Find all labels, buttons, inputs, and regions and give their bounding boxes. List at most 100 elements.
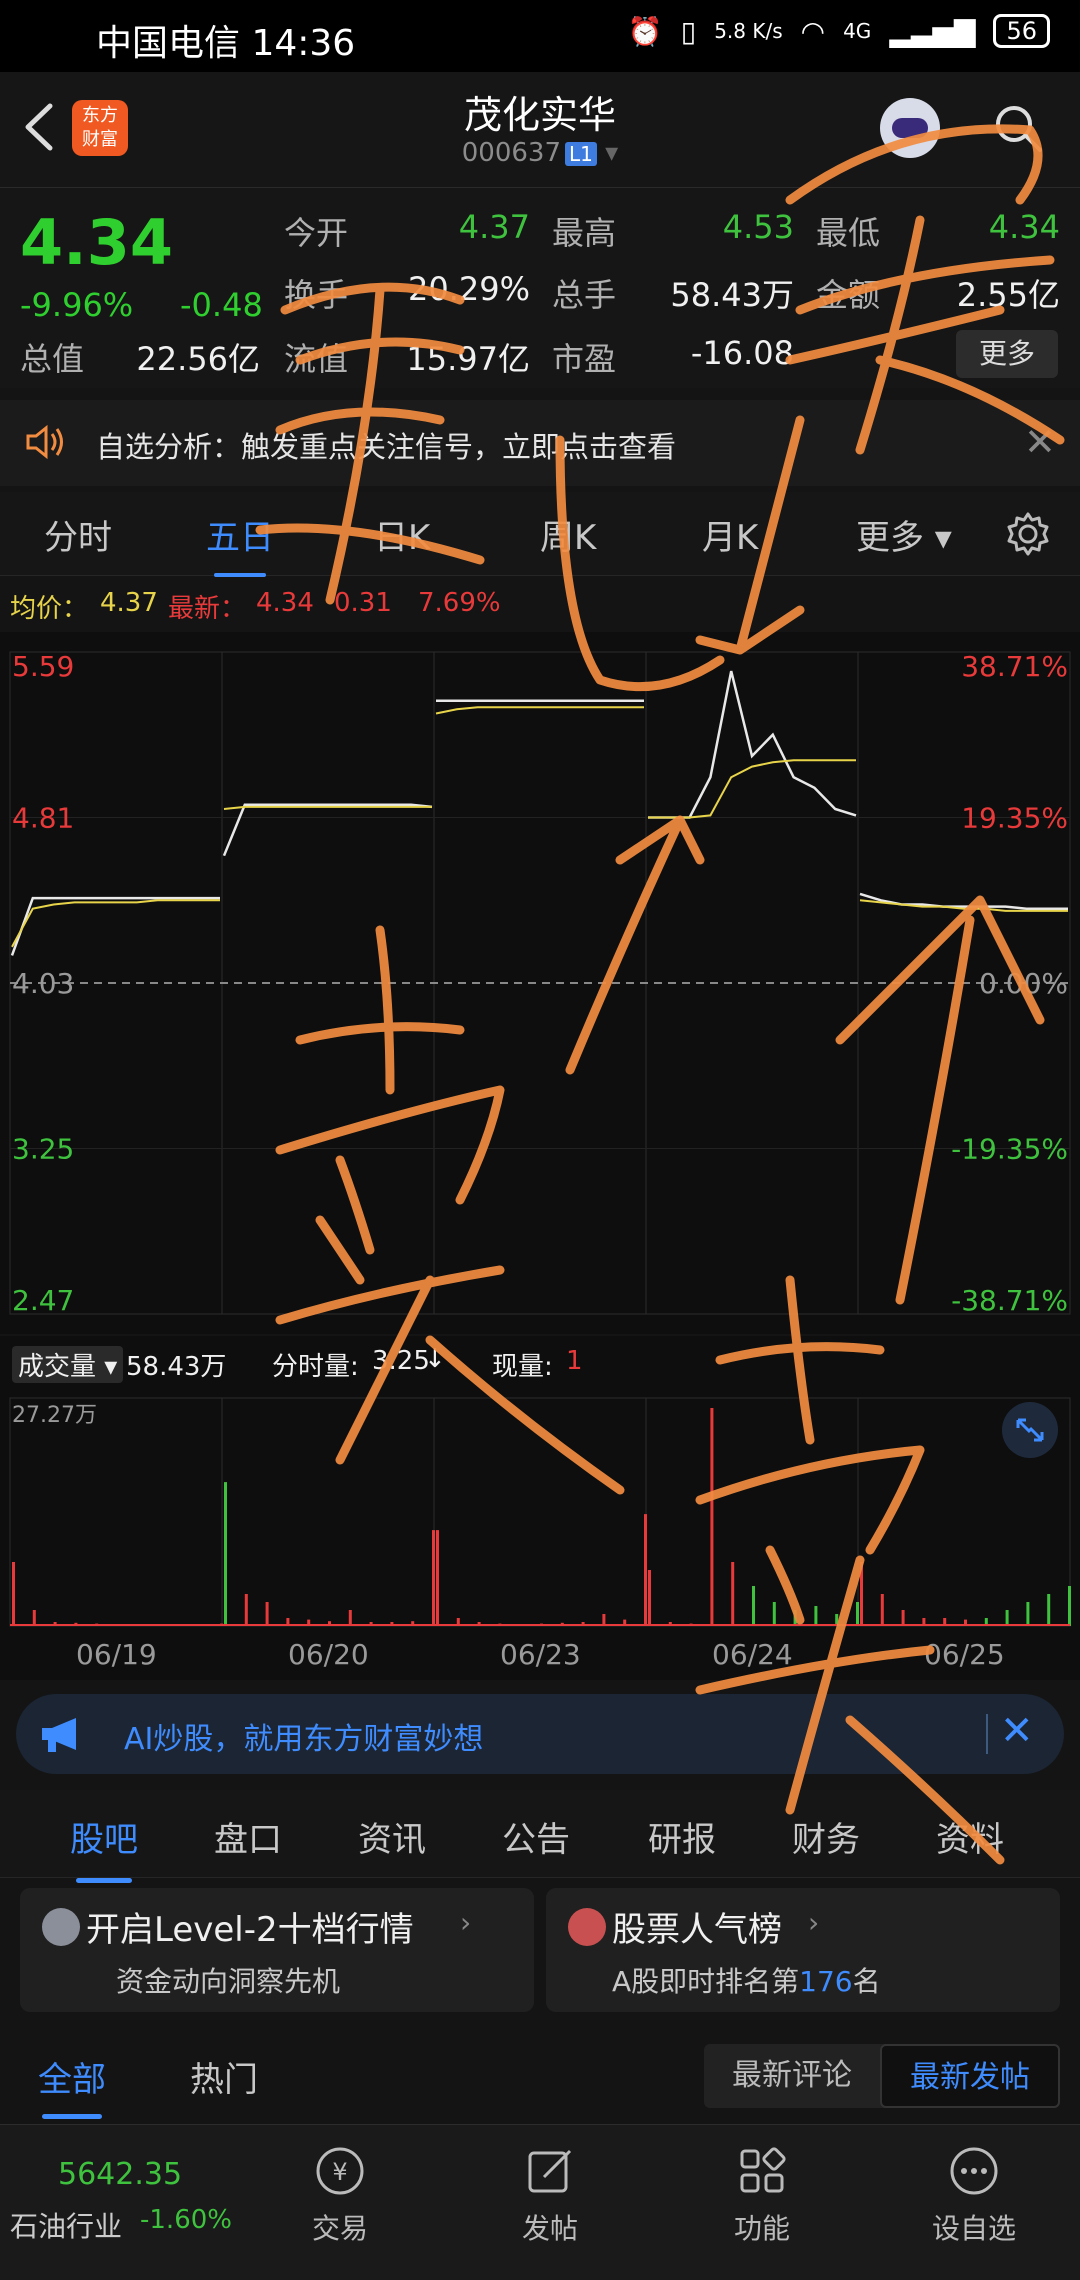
popularity-card[interactable]: 股票人气榜 › A股即时排名第176名 [546,1888,1060,2012]
chart-tab-2[interactable]: 日K [374,510,430,559]
y-tick-left: 5.59 [12,650,74,683]
analysis-banner[interactable]: 自选分析：触发重点关注信号，立即点击查看 ✕ [0,400,1080,486]
volume-bar [12,1562,15,1626]
speaker-icon [26,424,63,460]
stock-header: 东方 财富 茂化实华 000637 L1 ▾ [0,72,1080,188]
signal-icon: ▂▃▅▇ [889,14,976,48]
level2-card[interactable]: 开启Level-2十档行情 › 资金动向洞察先机 [20,1888,534,2012]
sort-latest-comment-button[interactable]: 最新评论 [704,2044,880,2108]
turnover-value: 20.29% [407,270,530,308]
avg-line [648,759,856,819]
high-label: 最高 [552,214,617,252]
pe-label: 市盈 [552,340,617,378]
float-label: 流值 [284,340,349,378]
pe-value: -16.08 [690,334,794,372]
ai-robot-icon[interactable] [880,98,940,158]
popularity-card-title: 股票人气榜 [612,1910,782,1950]
five-day-price-chart[interactable]: 5.59 4.81 4.03 3.25 2.47 38.71% 19.35% 0.00% -19… [0,632,1080,1334]
y-tick-left: 3.25 [12,1133,74,1166]
price-info-row: 均价： 4.37 最新： 4.34 0.31 7.69% [0,580,1080,628]
change-amount: -0.48 [180,286,263,324]
info-tab-5[interactable]: 财务 [792,1812,860,1861]
volume-selector[interactable]: 成交量 ▾ [12,1346,124,1383]
volume-bar [1068,1586,1071,1626]
down-arrow-icon: ↓ [424,1344,446,1374]
chart-tab-4[interactable]: 月K [702,510,758,559]
volume-bar [856,1602,859,1626]
search-icon[interactable] [990,100,1046,156]
trade-icon: ¥ [316,2147,364,2195]
level-badge: L1 [565,142,597,166]
volume-chart[interactable]: 27.27万 [0,1388,1080,1628]
info-tab-2[interactable]: 资讯 [358,1812,426,1861]
chart-tab-3[interactable]: 周K [540,510,596,559]
sector-index-change: -1.60% [140,2205,232,2235]
info-tab-3[interactable]: 公告 [502,1812,570,1861]
network-type: 4G [843,19,872,43]
status-bar: 中国电信 14:36 ⏰ ▯ 5.8 K/s ◠ 4G ▂▃▅▇ 56 [0,0,1080,72]
price-line [648,670,857,819]
megaphone-icon [42,1718,76,1752]
volume-label: 总手 [552,276,617,314]
float-value: 15.97亿 [406,340,530,378]
chart-tab-0[interactable]: 分时 [44,510,112,559]
nav-functions[interactable]: 功能 [682,2143,842,2247]
close-icon[interactable]: ✕ [1000,1708,1034,1754]
amount-value: 2.55亿 [956,276,1060,314]
tick-volume-label: 分时量: [272,1352,359,1382]
info-tab-1[interactable]: 盘口 [214,1812,282,1861]
volume-max-label: 27.27万 [12,1403,97,1428]
tab-hot[interactable]: 热门 [190,2052,258,2101]
sector-index[interactable]: 5642.35 石油行业 -1.60% [0,2125,240,2280]
volume-bar [1005,1610,1009,1626]
sort-toggle: 最新评论 最新发帖 [704,2044,1060,2108]
rank-suffix: 名 [852,1965,881,1998]
tab-all[interactable]: 全部 [38,2052,106,2119]
nav-trade[interactable]: ¥ 交易 [260,2143,420,2247]
date-axis: 06/19 06/20 06/23 06/24 06/25 [0,1628,1080,1680]
volume-bar [32,1610,36,1626]
date-label: 06/19 [76,1638,157,1671]
volume-bar [860,1562,863,1626]
nav-post[interactable]: 发帖 [470,2143,630,2247]
volume-bar [752,1586,755,1626]
info-tab-0[interactable]: 股吧 [70,1812,138,1883]
change-value: 0.31 [334,588,392,618]
gear-icon[interactable] [1004,510,1052,558]
y-tick-left: 4.03 [12,967,74,1000]
info-tab-4[interactable]: 研报 [648,1812,716,1861]
volume-bar [644,1514,647,1626]
nav-add-watchlist[interactable]: 设自选 [894,2143,1054,2247]
latest-value: 4.34 [256,588,314,618]
sector-index-value: 5642.35 [58,2157,183,2192]
ai-banner[interactable]: AI炒股，就用东方财富妙想 ✕ [16,1694,1064,1774]
comment-tabs: 全部 热门 最新评论 最新发帖 [0,2024,1080,2124]
analysis-banner-text: 自选分析：触发重点关注信号，立即点击查看 [96,430,677,464]
chart-tab-1[interactable]: 五日 [206,510,274,577]
volume-bar [244,1594,248,1626]
volume-value: 58.43万 [670,276,794,314]
date-label: 06/20 [288,1638,369,1671]
chevron-right-icon: › [460,1906,472,1939]
info-tab-6[interactable]: 资料 [936,1812,1004,1861]
total-value-label: 总值 [20,340,85,378]
avg-line [435,706,644,715]
more-quote-button[interactable]: 更多 [956,330,1058,378]
stock-code: 000637 [461,138,562,168]
open-label: 今开 [284,214,349,252]
change-pct: 7.69% [418,588,501,618]
volume-bar [772,1602,776,1626]
date-label: 06/24 [712,1638,793,1671]
level2-icon [42,1908,80,1946]
y-tick-right: -38.71% [951,1284,1068,1317]
sort-latest-post-button[interactable]: 最新发帖 [880,2044,1060,2108]
divider [986,1714,988,1754]
chart-tab-5[interactable]: 更多 ▾ [856,510,952,559]
close-icon[interactable]: ✕ [1024,420,1056,464]
nav-post-label: 发帖 [521,2212,578,2245]
low-label: 最低 [816,214,881,252]
price-line [222,803,433,857]
date-label: 06/23 [500,1638,581,1671]
volume-bar [880,1594,884,1626]
avg-line [223,805,432,810]
